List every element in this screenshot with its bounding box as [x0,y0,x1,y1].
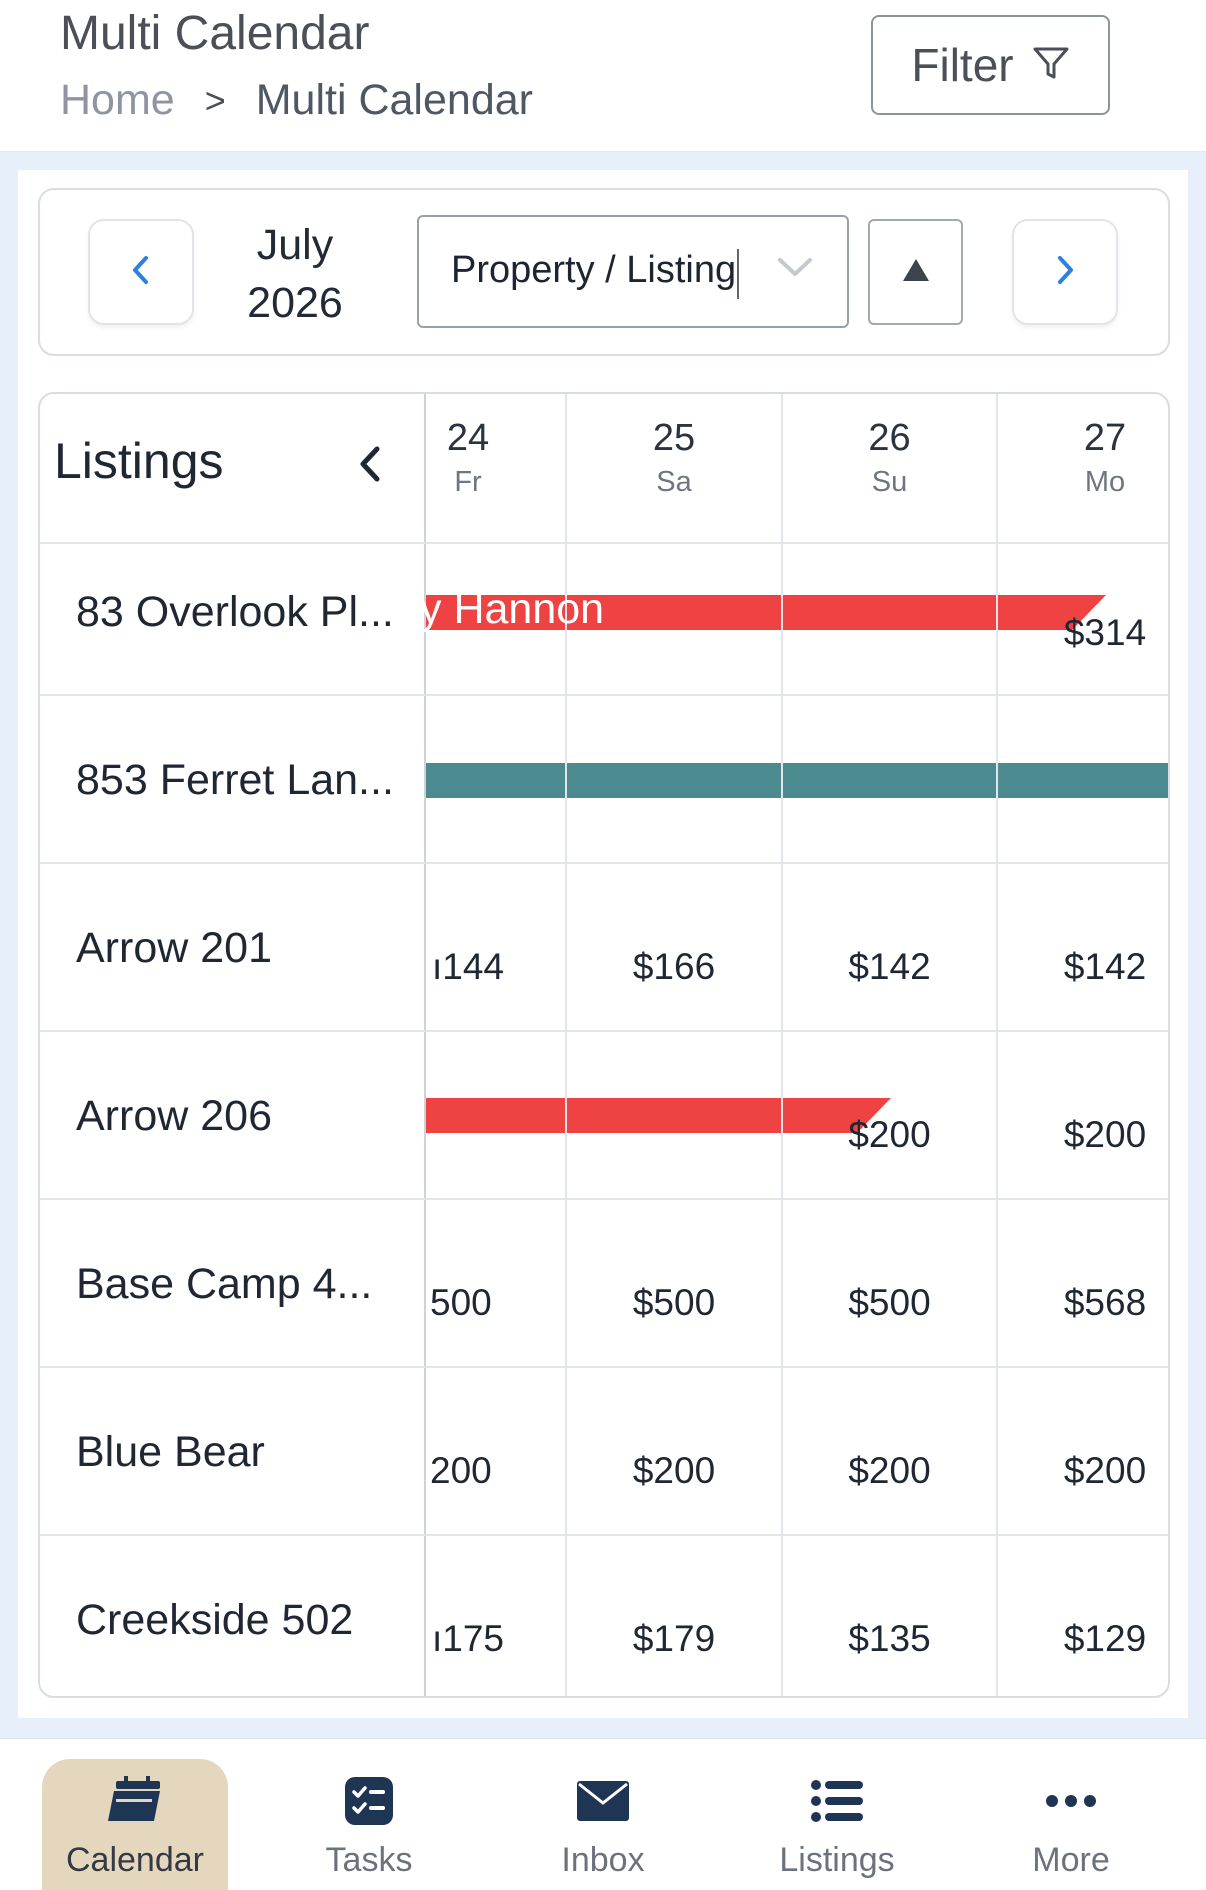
nightly-price[interactable]: $314 [998,612,1168,654]
day-weekday: Sa [656,466,692,498]
nightly-price[interactable]: $142 [998,946,1168,988]
next-month-button[interactable] [1012,219,1118,325]
nav-more-label: More [1032,1841,1110,1879]
current-month-label: July 2026 [200,216,390,332]
listing-name[interactable]: Arrow 201 [76,924,406,973]
nav-tasks-label: Tasks [325,1841,413,1879]
nightly-price[interactable]: $500 [567,1282,781,1324]
reservation-bar[interactable] [783,763,996,798]
nightly-price[interactable]: $200 [783,1114,996,1156]
bottom-navigation: Calendar Tasks Inbox Listings More [0,1738,1206,1890]
nightly-price[interactable]: $200 [998,1450,1168,1492]
reservation-guest-name[interactable]: y Hannon [420,585,604,634]
reservation-bar[interactable] [426,763,565,798]
day-divider [781,394,783,1696]
listing-name[interactable]: Arrow 206 [76,1092,406,1141]
sort-toggle-button[interactable] [868,219,963,325]
day-number: 24 [446,417,490,459]
day-weekday: Mo [1084,466,1126,498]
row-divider [40,694,1168,696]
nightly-price[interactable]: 500 [426,1282,516,1324]
more-dots-icon [1045,1773,1097,1829]
listing-name[interactable]: 853 Ferret Lan... [76,756,406,805]
filter-funnel-icon [1032,38,1070,92]
month-year: 2026 [247,279,343,327]
envelope-icon [575,1773,631,1829]
month-name: July [256,221,334,269]
tasks-checklist-icon [343,1773,395,1829]
triangle-up-icon [901,257,931,288]
nav-listings-label: Listings [779,1841,895,1879]
nightly-price[interactable]: $200 [567,1450,781,1492]
day-header: 27 Mo [998,414,1168,502]
listings-column-header: Listings [54,433,224,489]
page-title: Multi Calendar [60,7,370,60]
chevron-right-icon [1052,254,1078,291]
day-header: 26 Su [783,414,996,502]
nightly-price[interactable]: $500 [783,1282,996,1324]
listing-name[interactable]: Creekside 502 [76,1596,406,1645]
row-divider [40,1366,1168,1368]
nightly-price[interactable]: $135 [783,1618,996,1660]
nav-inbox[interactable]: Inbox [510,1759,696,1890]
property-select-value: Property / Listing [451,249,737,291]
calendar-grid: Listings 24 Fr 25 Sa 26 Su 27 Mo 83 Over… [38,392,1170,1698]
row-divider [40,1030,1168,1032]
page-header: Multi Calendar Home > Multi Calendar Fil… [0,0,1206,152]
reservation-bar[interactable] [567,763,781,798]
nightly-price[interactable]: 200 [426,1450,516,1492]
nightly-price[interactable]: $142 [783,946,996,988]
breadcrumb-separator: > [204,79,226,121]
nav-calendar[interactable]: Calendar [42,1759,228,1890]
listing-name[interactable]: 83 Overlook Pl... [76,588,406,637]
nav-listings[interactable]: Listings [744,1759,930,1890]
listing-name[interactable]: Blue Bear [76,1428,406,1477]
breadcrumb: Home > Multi Calendar [60,76,533,125]
reservation-bar[interactable] [783,595,996,630]
reservation-bar[interactable] [998,763,1168,798]
previous-month-button[interactable] [88,219,194,325]
nightly-price[interactable]: $129 [998,1618,1168,1660]
nightly-price[interactable]: $200 [998,1114,1168,1156]
nav-tasks[interactable]: Tasks [276,1759,462,1890]
list-icon [811,1773,863,1829]
text-caret [737,249,739,299]
day-header: 25 Sa [567,414,781,502]
nav-calendar-label: Calendar [66,1841,204,1879]
row-divider [40,1198,1168,1200]
day-weekday: Su [871,466,908,498]
nav-inbox-label: Inbox [561,1841,645,1879]
row-divider [40,862,1168,864]
breadcrumb-home[interactable]: Home [60,76,175,125]
nav-more[interactable]: More [978,1759,1164,1890]
listing-name[interactable]: Base Camp 4... [76,1260,406,1309]
calendar-icon [106,1773,164,1829]
row-divider [40,542,1168,544]
day-header: 24 Fr [428,414,508,502]
nightly-price[interactable]: $568 [998,1282,1168,1324]
nightly-price[interactable]: $200 [783,1450,996,1492]
reservation-bar[interactable] [426,1098,565,1133]
filter-label: Filter [911,39,1014,91]
nightly-price[interactable]: $179 [567,1618,781,1660]
day-weekday: Fr [454,466,482,498]
day-divider [996,394,998,1696]
day-number: 25 [652,417,696,459]
nightly-price[interactable]: ı144 [426,946,516,988]
reservation-bar[interactable] [567,1098,781,1133]
nightly-price[interactable]: ı175 [426,1618,516,1660]
row-divider [40,1534,1168,1536]
chevron-down-icon [775,253,815,286]
nightly-price[interactable]: $166 [567,946,781,988]
property-listing-select[interactable]: Property / Listing [417,215,849,328]
filter-button[interactable]: Filter [871,15,1110,115]
breadcrumb-current: Multi Calendar [255,76,533,124]
collapse-listings-icon[interactable] [355,444,385,489]
day-number: 27 [1083,417,1127,459]
chevron-left-icon [128,254,154,291]
day-number: 26 [868,417,911,459]
